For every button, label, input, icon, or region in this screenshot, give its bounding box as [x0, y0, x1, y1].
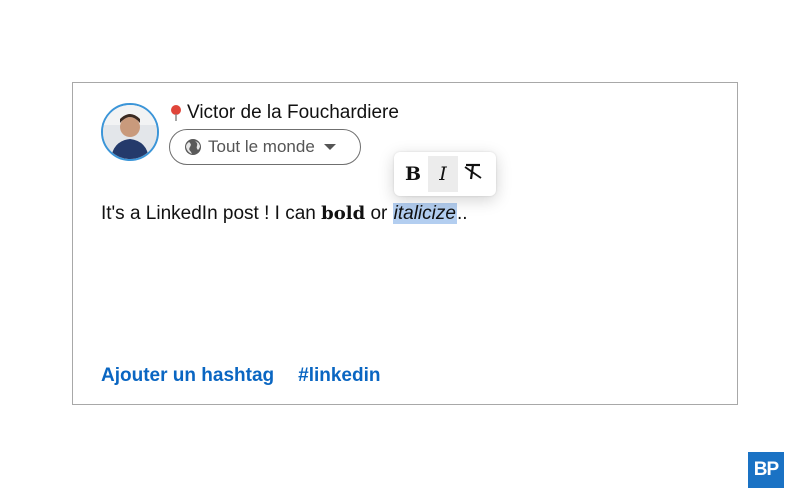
post-text-bold: bold: [321, 203, 366, 224]
bp-logo: BP: [748, 452, 784, 488]
author-name-row: Victor de la Fouchardiere: [169, 102, 399, 124]
post-composer-card: Victor de la Fouchardiere Tout le monde …: [72, 82, 738, 405]
hashtag-linkedin-link[interactable]: #linkedin: [298, 365, 380, 387]
caret-down-icon: [323, 144, 336, 150]
post-text-plain: It's a LinkedIn post ! I can: [101, 203, 322, 224]
post-text-middle: or: [365, 203, 393, 224]
post-text-end: ..: [456, 203, 468, 224]
italic-button[interactable]: I: [428, 156, 458, 192]
hashtag-row: Ajouter un hashtag #linkedin: [101, 365, 380, 387]
pin-icon: [169, 104, 183, 122]
add-hashtag-link[interactable]: Ajouter un hashtag: [101, 365, 274, 387]
clear-format-icon: [462, 162, 484, 187]
author-avatar: [101, 103, 159, 161]
globe-icon: [184, 138, 202, 156]
format-toolbar: B I: [394, 152, 496, 196]
post-text-italic-selected: italicize: [392, 203, 457, 224]
clear-format-button[interactable]: [458, 156, 488, 192]
post-text[interactable]: It's a LinkedIn post ! I can bold or ita…: [101, 203, 468, 225]
audience-label: Tout le monde: [208, 137, 315, 156]
audience-selector-button[interactable]: Tout le monde: [169, 129, 361, 165]
bold-button[interactable]: B: [398, 156, 428, 192]
author-name: Victor de la Fouchardiere: [187, 102, 399, 123]
